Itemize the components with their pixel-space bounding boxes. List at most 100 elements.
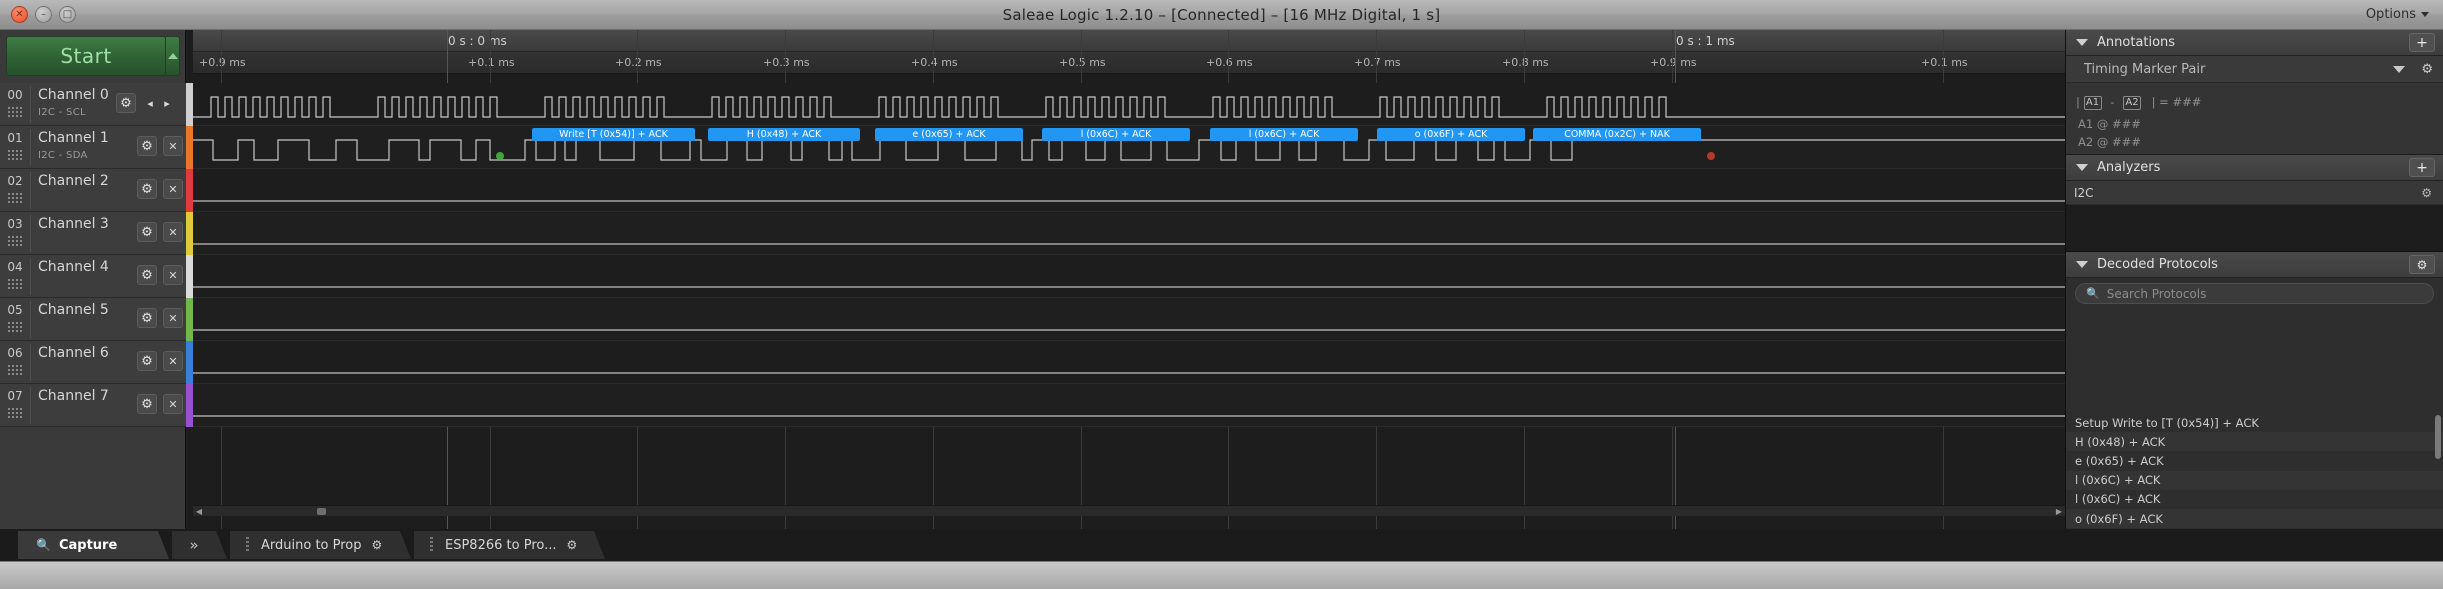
tab-esp8266-to-prop[interactable]: ESP8266 to Pro... ⚙ — [414, 531, 605, 559]
gear-icon[interactable]: ⚙ — [2421, 62, 2433, 77]
channel-4-settings-button[interactable]: ⚙ — [137, 265, 157, 285]
gear-icon[interactable]: ⚙ — [2421, 186, 2432, 200]
protocol-row[interactable]: l (0x6C) + ACK — [2066, 470, 2443, 490]
channel-1-close-button[interactable]: ✕ — [163, 136, 183, 156]
decode-bubble[interactable]: l (0x6C) + ACK — [1042, 128, 1190, 141]
chevron-down-icon[interactable] — [2076, 164, 2088, 171]
channel-0-settings-button[interactable]: ⚙ — [116, 93, 136, 113]
channel-2-name: Channel 2 — [38, 173, 109, 189]
gear-icon[interactable]: ⚙ — [372, 538, 383, 552]
channel-5-settings-button[interactable]: ⚙ — [137, 308, 157, 328]
tab-grip-icon[interactable] — [246, 537, 249, 553]
decode-bubble[interactable]: H (0x48) + ACK — [708, 128, 860, 141]
protocol-row[interactable]: o (0x6F) + ACK — [2066, 508, 2443, 529]
channel-2-grip-icon[interactable] — [4, 191, 26, 204]
decoded-protocols-header[interactable]: Decoded Protocols ⚙ — [2066, 252, 2443, 278]
tab-overflow-button[interactable]: » — [172, 531, 227, 559]
channel-3-settings-button[interactable]: ⚙ — [137, 222, 157, 242]
channel-3-grip-icon[interactable] — [4, 234, 26, 247]
channel-2-close-button[interactable]: ✕ — [163, 179, 183, 199]
tab-grip-icon[interactable] — [430, 537, 433, 553]
waveform-lane-3[interactable] — [193, 212, 2065, 255]
decode-bubble[interactable]: e (0x65) + ACK — [875, 128, 1023, 141]
timeline-ruler-primary[interactable]: 0 s : 0 ms 0 s : 1 ms — [193, 30, 2065, 52]
channel-5-grip-icon[interactable] — [4, 320, 26, 333]
protocol-list-scrollbar[interactable] — [2435, 415, 2441, 459]
channel-2-settings-button[interactable]: ⚙ — [137, 179, 157, 199]
analyzers-header[interactable]: Analyzers + — [2066, 155, 2443, 181]
channel-0-collapse-right-button[interactable]: ▸ — [157, 93, 177, 113]
channel-row-2[interactable]: 02 Channel 2 ⚙ ✕ — [0, 169, 186, 212]
decode-bubble[interactable]: Write [T (0x54)] + ACK — [532, 128, 695, 141]
protocol-row[interactable]: l (0x6C) + ACK — [2066, 490, 2443, 509]
options-menu-button[interactable]: Options — [2366, 7, 2429, 22]
channel-7-close-button[interactable]: ✕ — [163, 394, 183, 414]
channel-3-close-button[interactable]: ✕ — [163, 222, 183, 242]
channel-row-1[interactable]: 01 Channel 1 I2C - SDA ⚙ ✕ — [0, 126, 186, 169]
decode-bubble[interactable]: l (0x6C) + ACK — [1210, 128, 1358, 141]
timeline-ruler-ticks[interactable]: +0.9 ms +0.1 ms +0.2 ms +0.3 ms +0.4 ms … — [193, 52, 2065, 74]
annotations-header[interactable]: Annotations + — [2066, 30, 2443, 56]
channel-row-3[interactable]: 03 Channel 3 ⚙ ✕ — [0, 212, 186, 255]
search-placeholder: Search Protocols — [2106, 286, 2207, 301]
scrollbar-thumb[interactable] — [317, 508, 326, 515]
channel-6-settings-button[interactable]: ⚙ — [137, 351, 157, 371]
decode-bubble[interactable]: o (0x6F) + ACK — [1377, 128, 1525, 141]
channel-4-index: 04 — [7, 260, 23, 274]
start-capture-button[interactable]: Start — [6, 36, 166, 76]
channel-6-close-button[interactable]: ✕ — [163, 351, 183, 371]
waveform-lane-2[interactable] — [193, 169, 2065, 212]
gear-icon: ⚙ — [141, 138, 153, 154]
waveform-lane-5[interactable] — [193, 298, 2065, 341]
decode-bubble[interactable]: COMMA (0x2C) + NAK — [1533, 128, 1701, 141]
scroll-right-icon[interactable]: ▶ — [2053, 506, 2065, 517]
chevron-down-icon[interactable] — [2076, 261, 2088, 268]
channel-row-5[interactable]: 05 Channel 5 ⚙ ✕ — [0, 298, 186, 341]
channel-row-4[interactable]: 04 Channel 4 ⚙ ✕ — [0, 255, 186, 298]
horizontal-scrollbar[interactable]: ◀ ▶ — [193, 505, 2065, 516]
protocol-row[interactable]: Setup Write to [T (0x54)] + ACK — [2066, 413, 2443, 432]
channel-row-0[interactable]: 00 Channel 0 I2C - SCL ⚙ ◂ ▸ — [0, 83, 186, 126]
channel-6-color-swatch — [186, 341, 193, 384]
scroll-left-icon[interactable]: ◀ — [193, 506, 205, 517]
a2-badge[interactable]: A2 — [2123, 95, 2141, 110]
decoded-protocols-settings-button[interactable]: ⚙ — [2409, 255, 2435, 274]
search-input[interactable]: 🔍 Search Protocols — [2075, 283, 2434, 304]
tab-capture[interactable]: 🔍 Capture — [18, 531, 169, 559]
add-annotation-button[interactable]: + — [2409, 33, 2435, 52]
channel-divider — [30, 129, 31, 166]
channel-row-7[interactable]: 07 Channel 7 ⚙ ✕ — [0, 384, 186, 427]
chevron-down-icon[interactable] — [2393, 65, 2405, 73]
channel-1-grip-icon[interactable] — [4, 148, 26, 161]
channel-7-grip-icon[interactable] — [4, 406, 26, 419]
decoded-protocol-list[interactable]: Setup Write to [T (0x54)] + ACK H (0x48) … — [2066, 413, 2443, 529]
channel-3-color-swatch — [186, 212, 193, 255]
waveform-lane-6[interactable] — [193, 341, 2065, 384]
channel-1-settings-button[interactable]: ⚙ — [137, 136, 157, 156]
chevron-down-icon[interactable] — [2076, 39, 2088, 46]
tab-arduino-to-prop[interactable]: Arduino to Prop ⚙ — [230, 531, 411, 559]
channel-5-close-button[interactable]: ✕ — [163, 308, 183, 328]
channel-7-settings-button[interactable]: ⚙ — [137, 394, 157, 414]
waveform-area[interactable]: 0 s : 0 ms 0 s : 1 ms +0.9 ms +0.1 ms +0.… — [193, 30, 2065, 529]
waveform-lane-7[interactable] — [193, 384, 2065, 427]
start-options-button[interactable] — [166, 36, 180, 76]
channel-5-color-swatch — [186, 298, 193, 341]
waveform-7 — [193, 415, 2065, 417]
gear-icon[interactable]: ⚙ — [567, 538, 578, 552]
capture-icon: 🔍 — [36, 538, 51, 552]
channel-0-grip-icon[interactable] — [4, 105, 26, 118]
channel-6-grip-icon[interactable] — [4, 363, 26, 376]
add-analyzer-button[interactable]: + — [2409, 158, 2435, 177]
a1-badge[interactable]: A1 — [2083, 95, 2102, 110]
gear-icon: ⚙ — [141, 396, 153, 412]
channel-row-6[interactable]: 06 Channel 6 ⚙ ✕ — [0, 341, 186, 384]
channel-4-grip-icon[interactable] — [4, 277, 26, 290]
waveform-lane-0[interactable] — [193, 83, 2065, 126]
analyzer-item-i2c[interactable]: I2C ⚙ — [2066, 181, 2443, 205]
protocol-row[interactable]: H (0x48) + ACK — [2066, 432, 2443, 452]
protocol-row[interactable]: e (0x65) + ACK — [2066, 451, 2443, 470]
channel-4-close-button[interactable]: ✕ — [163, 265, 183, 285]
timing-marker-pair-row[interactable]: Timing Marker Pair ⚙ — [2066, 56, 2443, 83]
waveform-lane-4[interactable] — [193, 255, 2065, 298]
